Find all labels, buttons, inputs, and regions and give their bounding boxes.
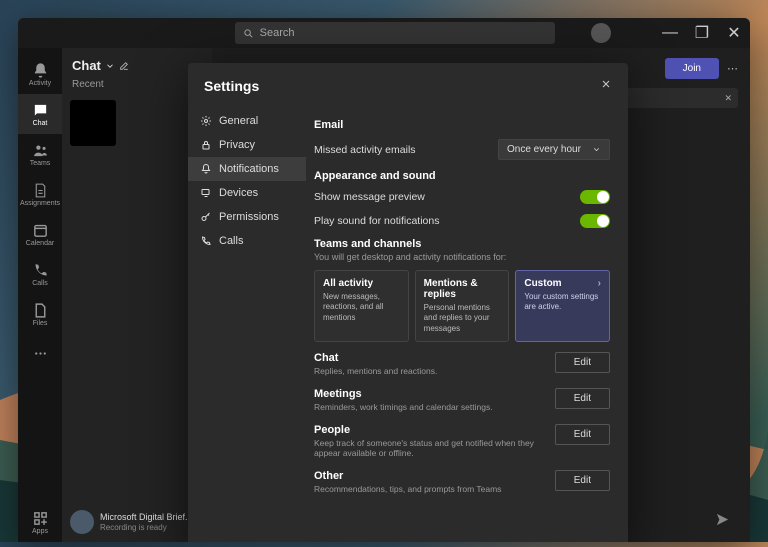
search-input[interactable]: Search	[235, 22, 555, 44]
sound-label: Play sound for notifications	[314, 215, 440, 227]
edit-people-button[interactable]: Edit	[555, 424, 610, 445]
close-window-button[interactable]: ✕	[718, 18, 750, 48]
bell-icon	[32, 62, 49, 79]
preview-toggle[interactable]	[580, 190, 610, 204]
group-meetings-title: Meetings	[314, 388, 545, 400]
rail-teams[interactable]: Teams	[18, 134, 62, 174]
nav-privacy[interactable]: Privacy	[188, 133, 306, 157]
rail-files[interactable]: Files	[18, 294, 62, 334]
group-meetings-sub: Reminders, work timings and calendar set…	[314, 402, 545, 412]
lock-icon	[200, 139, 212, 151]
section-teams: Teams and channels	[314, 238, 610, 250]
phone-icon	[200, 235, 212, 247]
video-thumbnail	[70, 100, 116, 146]
key-icon	[200, 211, 212, 223]
section-email: Email	[314, 119, 610, 131]
send-button[interactable]	[715, 512, 730, 532]
group-chat-title: Chat	[314, 352, 545, 364]
edit-other-button[interactable]: Edit	[555, 470, 610, 491]
more-icon	[32, 345, 49, 362]
app-window: Search — ❐ ✕ Activity Chat Teams	[18, 18, 750, 542]
file-icon	[32, 302, 49, 319]
teams-subtext: You will get desktop and activity notifi…	[314, 252, 610, 262]
close-icon[interactable]: ✕	[724, 93, 732, 104]
sound-toggle[interactable]	[580, 214, 610, 228]
minimize-button[interactable]: —	[654, 18, 686, 48]
card-all-activity[interactable]: All activity New messages, reactions, an…	[314, 270, 409, 342]
chat-header: Chat	[72, 58, 101, 73]
app-rail: Activity Chat Teams Assignments Calendar…	[18, 48, 62, 542]
group-people-title: People	[314, 424, 545, 436]
missed-emails-dropdown[interactable]: Once every hour	[498, 139, 610, 160]
nav-permissions[interactable]: Permissions	[188, 205, 306, 229]
titlebar: Search — ❐ ✕	[18, 18, 750, 48]
group-people-sub: Keep track of someone's status and get n…	[314, 438, 545, 458]
devices-icon	[200, 187, 212, 199]
join-button[interactable]: Join	[665, 58, 719, 79]
chevron-down-icon	[592, 145, 601, 154]
rail-chat[interactable]: Chat	[18, 94, 62, 134]
chat-recent-sub: Recording is ready	[100, 523, 193, 532]
teams-icon	[32, 142, 49, 159]
edit-chat-button[interactable]: Edit	[555, 352, 610, 373]
rail-calls[interactable]: Calls	[18, 254, 62, 294]
rail-activity[interactable]: Activity	[18, 54, 62, 94]
nav-calls[interactable]: Calls	[188, 229, 306, 253]
card-mentions-replies[interactable]: Mentions & replies Personal mentions and…	[415, 270, 510, 342]
calendar-icon	[32, 222, 49, 239]
bell-icon	[200, 163, 212, 175]
rail-assignments[interactable]: Assignments	[18, 174, 62, 214]
nav-general[interactable]: General	[188, 109, 306, 133]
edit-meetings-button[interactable]: Edit	[555, 388, 610, 409]
rail-apps[interactable]: Apps	[18, 502, 62, 542]
apps-icon	[32, 510, 49, 527]
card-custom[interactable]: Custom› Your custom settings are active.	[515, 270, 610, 342]
meeting-options-icon[interactable]: ⋯	[727, 62, 738, 75]
settings-content: Email Missed activity emails Once every …	[306, 105, 628, 542]
nav-devices[interactable]: Devices	[188, 181, 306, 205]
phone-icon	[32, 262, 49, 279]
settings-modal: Settings General Privacy Notifications	[188, 63, 628, 542]
group-chat-sub: Replies, mentions and reactions.	[314, 366, 545, 376]
search-icon	[243, 28, 254, 39]
rail-calendar[interactable]: Calendar	[18, 214, 62, 254]
chat-recent-title: Microsoft Digital Brief...	[100, 512, 193, 523]
maximize-button[interactable]: ❐	[686, 18, 718, 48]
assignments-icon	[32, 182, 49, 199]
settings-title: Settings	[204, 78, 259, 94]
gear-icon	[200, 115, 212, 127]
nav-notifications[interactable]: Notifications	[188, 157, 306, 181]
chevron-right-icon: ›	[598, 278, 601, 289]
chevron-down-icon[interactable]	[105, 61, 115, 71]
send-icon	[715, 512, 730, 527]
close-icon	[600, 78, 612, 90]
new-chat-icon[interactable]	[119, 61, 129, 71]
chat-icon	[32, 102, 49, 119]
group-other-title: Other	[314, 470, 545, 482]
avatar	[70, 510, 94, 534]
rail-more[interactable]	[18, 334, 62, 374]
missed-emails-label: Missed activity emails	[314, 144, 416, 156]
close-settings-button[interactable]	[600, 77, 612, 95]
preview-label: Show message preview	[314, 191, 425, 203]
section-appearance: Appearance and sound	[314, 170, 610, 182]
user-avatar[interactable]	[591, 23, 611, 43]
settings-nav: General Privacy Notifications Devices Pe…	[188, 105, 306, 542]
group-other-sub: Recommendations, tips, and prompts from …	[314, 484, 545, 494]
search-placeholder: Search	[260, 27, 295, 39]
